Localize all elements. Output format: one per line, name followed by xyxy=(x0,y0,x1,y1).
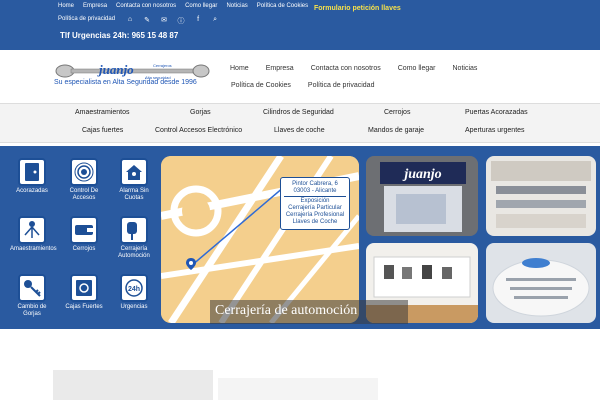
svg-text:Cerrajeros: Cerrajeros xyxy=(153,63,172,68)
top-icons: Política de privacidad ⌂ ✎ ✉ ⓘ f ⌕ xyxy=(58,16,219,26)
service-amaestramientos[interactable]: Amaestramientos xyxy=(10,216,57,253)
top-nav: Home Empresa Contacta con nosotros Como … xyxy=(58,3,317,9)
service-label: Cambio de Gorjas xyxy=(17,304,47,317)
service-label: Control De Accesos xyxy=(69,188,99,201)
cat-aperturas-urgentes[interactable]: Aperturas urgentes xyxy=(465,127,525,134)
gorja-key-icon xyxy=(18,274,46,302)
service-llaves-coche: Llaves de Coche xyxy=(292,219,338,225)
address-card: Pintor Cabrera, 6 03003 - Alicante Expos… xyxy=(280,177,350,230)
svg-text:24h: 24h xyxy=(128,286,140,293)
emergency-phone[interactable]: Tlf Urgencias 24h: 965 15 48 87 xyxy=(60,31,178,40)
content-card[interactable] xyxy=(53,370,213,400)
service-exposicion: Exposición xyxy=(300,198,330,204)
cat-amaestramientos[interactable]: Amaestramientos xyxy=(75,109,129,116)
top-link-privacy[interactable]: Política de privacidad xyxy=(58,16,115,26)
cat-gorjas[interactable]: Gorjas xyxy=(190,109,211,116)
map-pin-icon xyxy=(186,258,196,270)
service-label: Urgencias xyxy=(120,304,148,310)
cat-cerrojos[interactable]: Cerrojos xyxy=(384,109,410,116)
nav-home[interactable]: Home xyxy=(230,65,249,72)
cat-mandos-garaje[interactable]: Mandos de garaje xyxy=(368,127,424,134)
nav-cookies[interactable]: Política de Cookies xyxy=(231,82,291,89)
nav-como-llegar[interactable]: Como llegar xyxy=(398,65,436,72)
key-display-photo[interactable] xyxy=(486,243,596,323)
top-link-como-llegar[interactable]: Como llegar xyxy=(185,3,217,9)
service-gorjas[interactable]: Cambio de Gorjas xyxy=(10,274,54,318)
wrench-icon[interactable]: ✎ xyxy=(143,16,151,26)
service-label: Alarma Sin Cuotas xyxy=(119,188,149,201)
alarm-house-icon xyxy=(120,158,148,186)
service-automocion[interactable]: Cerrajería Automoción xyxy=(112,216,156,260)
tagline: Su especialista en Alta Seguridad desde … xyxy=(54,79,197,86)
top-link-home[interactable]: Home xyxy=(58,3,74,9)
main-nav: Home Empresa Contacta con nosotros Como … xyxy=(230,65,494,72)
caption-text: Cerrajería de automoción xyxy=(215,303,358,318)
service-urgencias[interactable]: 24h Urgencias xyxy=(112,274,156,311)
svg-text:juanjo: juanjo xyxy=(97,62,134,77)
nav-empresa[interactable]: Empresa xyxy=(266,65,294,72)
home-icon[interactable]: ⌂ xyxy=(126,16,134,26)
service-label: Cerrajería Automoción xyxy=(118,246,150,259)
top-link-contacta[interactable]: Contacta con nosotros xyxy=(116,3,176,9)
clock-24h-icon: 24h xyxy=(120,274,148,302)
service-cajas-fuertes[interactable]: Cajas Fuertes xyxy=(62,274,106,311)
service-profesional: Cerrajería Profesional xyxy=(285,212,345,218)
shop-sign-text: juanjo xyxy=(402,167,441,182)
nav-noticias[interactable]: Noticias xyxy=(453,65,478,72)
service-label: Amaestramientos xyxy=(10,246,57,252)
showroom-photo[interactable] xyxy=(486,156,596,236)
address-city: 03003 - Alicante xyxy=(284,188,346,197)
service-acorazadas[interactable]: Acorazadas xyxy=(10,158,54,195)
address-street: Pintor Cabrera, 6 xyxy=(292,181,338,187)
door-icon xyxy=(18,158,46,186)
shop-front-photo[interactable]: juanjo xyxy=(366,156,478,236)
top-link-cookies[interactable]: Política de Cookies xyxy=(257,3,308,9)
service-particular: Cerrajería Particular xyxy=(288,205,342,211)
access-control-icon xyxy=(70,158,98,186)
nav-privacy[interactable]: Política de privacidad xyxy=(308,82,375,89)
mail-icon[interactable]: ✉ xyxy=(160,16,168,26)
top-link-empresa[interactable]: Empresa xyxy=(83,3,107,9)
slider-caption: Cerrajería de automoción xyxy=(210,300,408,324)
service-label: Cajas Fuertes xyxy=(65,304,103,310)
cat-cilindros[interactable]: Cilindros de Seguridad xyxy=(263,109,334,116)
car-key-icon xyxy=(120,216,148,244)
cat-cajas-fuertes[interactable]: Cajas fuertes xyxy=(82,127,123,134)
service-control-accesos[interactable]: Control De Accesos xyxy=(62,158,106,202)
service-label: Acorazadas xyxy=(16,188,48,194)
nav-contacta[interactable]: Contacta con nosotros xyxy=(311,65,381,72)
cat-puertas-acorazadas[interactable]: Puertas Acorazadas xyxy=(465,109,528,116)
master-key-icon xyxy=(18,216,46,244)
bolt-lock-icon xyxy=(70,216,98,244)
service-label: Cerrojos xyxy=(72,246,96,252)
service-alarma[interactable]: Alarma Sin Cuotas xyxy=(112,158,156,202)
main-nav-row2: Política de Cookies Política de privacid… xyxy=(231,82,391,89)
content-card[interactable] xyxy=(218,378,378,400)
safe-icon xyxy=(70,274,98,302)
info-icon[interactable]: ⓘ xyxy=(177,16,185,26)
key-request-form-link[interactable]: Formulario petición llaves xyxy=(314,5,401,12)
service-cerrojos[interactable]: Cerrojos xyxy=(62,216,106,253)
facebook-icon[interactable]: f xyxy=(194,16,202,26)
cat-control-accesos[interactable]: Control Accesos Electrónico xyxy=(155,127,242,134)
cat-llaves-coche[interactable]: Llaves de coche xyxy=(274,127,325,134)
top-link-noticias[interactable]: Noticias xyxy=(226,3,247,9)
search-icon[interactable]: ⌕ xyxy=(211,16,219,26)
